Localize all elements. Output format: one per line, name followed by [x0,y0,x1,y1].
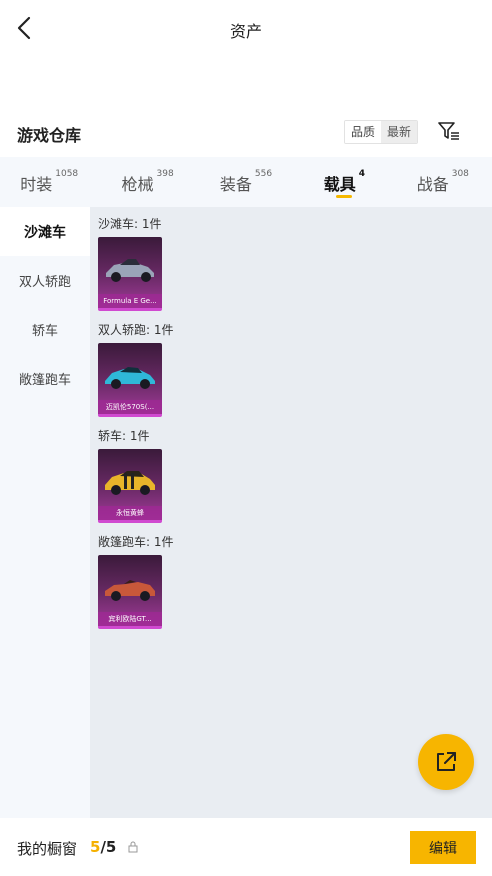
showcase-total: 5 [105,838,117,856]
car-icon [105,580,155,601]
share-out-icon [437,752,456,771]
item-group: 沙滩车: 1件 Formula E Ge... [98,215,162,311]
tab-equipment[interactable]: 装备556 [197,157,295,207]
share-button[interactable] [418,734,474,790]
tab-label: 时装 [20,175,53,194]
sidebar-item-sedan[interactable]: 轿车 [0,305,90,354]
item-group: 轿车: 1件 永恒黄蜂 [98,427,162,523]
item-card[interactable]: 迈凯伦570S(... [98,343,162,417]
item-group: 敞篷跑车: 1件 宾利欧陆GT... [98,533,174,629]
tab-label: 装备 [219,175,252,194]
tab-supplies[interactable]: 战备308 [394,157,492,207]
active-tab-indicator [336,195,353,198]
tab-count: 556 [254,169,273,179]
tab-label: 战备 [416,175,449,194]
bottom-bar: 我的橱窗 5/5 编辑 [0,818,492,876]
car-icon [105,471,155,495]
showcase-current: 5 [90,838,101,856]
item-card[interactable]: 永恒黄蜂 [98,449,162,523]
item-name: Formula E Ge... [98,294,162,308]
tab-count: 308 [451,169,469,179]
showcase-count: 5/5 [90,838,116,856]
section-header: 游戏仓库 [0,110,492,156]
tab-label: 载具 [323,175,356,194]
sort-toggle: 品质 最新 [344,120,419,144]
sidebar-item-beach-buggy[interactable]: 沙滩车 [0,207,90,256]
item-list: 沙滩车: 1件 Formula E Ge... 双人轿跑: 1件 迈凯伦570S… [90,207,492,818]
group-title: 敞篷跑车: 1件 [98,535,174,549]
tab-count: 4 [358,169,366,179]
item-name: 宾利欧陆GT... [98,612,162,626]
showcase-label: 我的橱窗 [17,840,78,858]
group-title: 沙滩车: 1件 [98,217,162,231]
car-icon [106,259,154,282]
group-title: 轿车: 1件 [98,429,150,443]
item-name: 迈凯伦570S(... [98,400,162,414]
tab-guns[interactable]: 枪械398 [98,157,196,207]
subcategory-sidebar: 沙滩车 双人轿跑 轿车 敞篷跑车 [0,207,90,818]
lock-icon [128,841,138,853]
tab-fashion[interactable]: 时装1058 [0,157,98,207]
sort-by-newest-button[interactable]: 最新 [381,121,418,143]
item-group: 双人轿跑: 1件 迈凯伦570S(... [98,321,174,417]
tab-count: 1058 [55,169,79,179]
group-title: 双人轿跑: 1件 [98,323,174,337]
item-card[interactable]: Formula E Ge... [98,237,162,311]
filter-button[interactable] [436,118,462,144]
sidebar-item-convertible[interactable]: 敞篷跑车 [0,354,90,403]
top-bar: 资产 [0,0,492,58]
sidebar-item-coupe[interactable]: 双人轿跑 [0,256,90,305]
category-tabs: 时装1058 枪械398 装备556 载具4 战备308 [0,157,492,207]
item-card[interactable]: 宾利欧陆GT... [98,555,162,629]
tab-vehicles[interactable]: 载具4 [295,157,393,207]
tab-count: 398 [156,169,174,179]
car-icon [105,367,155,389]
edit-button[interactable]: 编辑 [410,831,476,864]
section-title: 游戏仓库 [17,126,82,145]
page-title: 资产 [229,22,262,41]
filter-icon [438,122,459,140]
tab-label: 枪械 [121,175,154,194]
sort-by-quality-button[interactable]: 品质 [345,121,382,143]
item-name: 永恒黄蜂 [98,506,162,520]
